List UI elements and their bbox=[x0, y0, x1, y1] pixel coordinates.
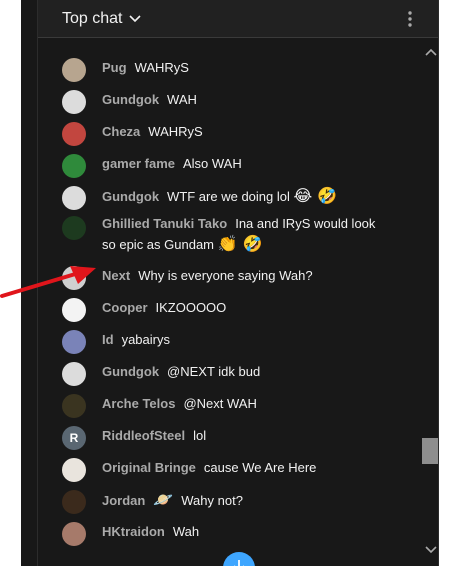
message-text: WAHRyS bbox=[148, 124, 203, 139]
author-name[interactable]: Id bbox=[102, 332, 114, 347]
chat-message: HKtraidon Wah bbox=[62, 522, 199, 546]
avatar bbox=[62, 90, 86, 114]
chat-message: R RiddleofSteel lol bbox=[62, 426, 206, 450]
emoji: 👏 🤣 bbox=[217, 234, 263, 253]
chat-message: Jordan 🪐 Wahy not? bbox=[62, 490, 243, 514]
scroll-down-icon[interactable] bbox=[425, 542, 437, 554]
avatar bbox=[62, 394, 86, 418]
chat-message: Gundgok WAH bbox=[62, 90, 197, 114]
avatar bbox=[62, 458, 86, 482]
author-name[interactable]: Cheza bbox=[102, 124, 140, 139]
chat-message: Original Bringe cause We Are Here bbox=[62, 458, 316, 482]
author-name[interactable]: Gundgok bbox=[102, 92, 159, 107]
chat-message-list: Pug WAHRyS Gundgok WAH Cheza WAHRyS gamer f… bbox=[38, 38, 422, 566]
author-name[interactable]: Jordan bbox=[102, 493, 145, 508]
chat-mode-dropdown[interactable]: Top chat bbox=[62, 10, 142, 28]
chat-header: Top chat bbox=[38, 0, 438, 38]
author-name[interactable]: HKtraidon bbox=[102, 524, 165, 539]
chat-message: Id yabairys bbox=[62, 330, 170, 354]
message-text: Also WAH bbox=[182, 156, 242, 171]
avatar bbox=[62, 186, 86, 210]
avatar bbox=[62, 490, 86, 514]
avatar bbox=[62, 122, 86, 146]
chat-message: Ghillied Tanuki Tako Ina and IRyS would l… bbox=[62, 214, 388, 255]
avatar bbox=[62, 154, 86, 178]
chevron-down-icon bbox=[128, 12, 142, 26]
author-name[interactable]: Pug bbox=[102, 60, 127, 75]
chat-message: Cheza WAHRyS bbox=[62, 122, 203, 146]
annotation-arrow-icon bbox=[0, 266, 96, 298]
emoji: 😂 🤣 bbox=[293, 186, 338, 205]
message-text: WAH bbox=[167, 92, 197, 107]
arrow-down-icon bbox=[231, 558, 247, 566]
avatar bbox=[62, 58, 86, 82]
avatar: R bbox=[62, 426, 86, 450]
scroll-up-icon[interactable] bbox=[425, 44, 437, 56]
message-text: Why is everyone saying Wah? bbox=[138, 268, 313, 283]
author-name[interactable]: gamer fame bbox=[102, 156, 175, 171]
chat-message: Gundgok WTF are we doing lol 😂 🤣 bbox=[62, 184, 337, 210]
member-badge: 🪐 bbox=[153, 490, 174, 509]
author-name[interactable]: Gundgok bbox=[102, 189, 159, 204]
message-text: WAHRyS bbox=[134, 60, 189, 75]
more-vert-icon[interactable] bbox=[404, 10, 416, 28]
message-text: cause We Are Here bbox=[203, 460, 317, 475]
chat-message: Gundgok @NEXT idk bud bbox=[62, 362, 260, 386]
chat-mode-title: Top chat bbox=[62, 9, 123, 27]
scrollbar[interactable] bbox=[421, 38, 438, 566]
author-name[interactable]: Cooper bbox=[102, 300, 148, 315]
avatar bbox=[62, 522, 86, 546]
author-name[interactable]: Original Bringe bbox=[102, 460, 196, 475]
author-name[interactable]: RiddleofSteel bbox=[102, 428, 185, 443]
right-background bbox=[440, 0, 473, 566]
chat-message: Pug WAHRyS bbox=[62, 58, 189, 82]
message-text: IKZOOOOO bbox=[155, 300, 227, 315]
message-text: Wah bbox=[172, 524, 200, 539]
message-text: yabairys bbox=[121, 332, 170, 347]
author-name[interactable]: Gundgok bbox=[102, 364, 159, 379]
avatar bbox=[62, 216, 86, 240]
jump-to-bottom-button[interactable] bbox=[223, 552, 255, 566]
message-text: lol bbox=[193, 428, 207, 443]
chat-message: Arche Telos @Next WAH bbox=[62, 394, 257, 418]
author-name[interactable]: Arche Telos bbox=[102, 396, 175, 411]
author-name[interactable]: Next bbox=[102, 268, 130, 283]
avatar bbox=[62, 330, 86, 354]
message-text: @Next WAH bbox=[183, 396, 257, 411]
chat-message: gamer fame Also WAH bbox=[62, 154, 242, 178]
message-text: @NEXT idk bud bbox=[167, 364, 261, 379]
scrollbar-thumb[interactable] bbox=[422, 438, 438, 464]
author-name[interactable]: Ghillied Tanuki Tako bbox=[102, 216, 227, 231]
avatar bbox=[62, 362, 86, 386]
message-text: WTF are we doing lol bbox=[167, 189, 290, 204]
message-text: Wahy not? bbox=[181, 493, 243, 508]
